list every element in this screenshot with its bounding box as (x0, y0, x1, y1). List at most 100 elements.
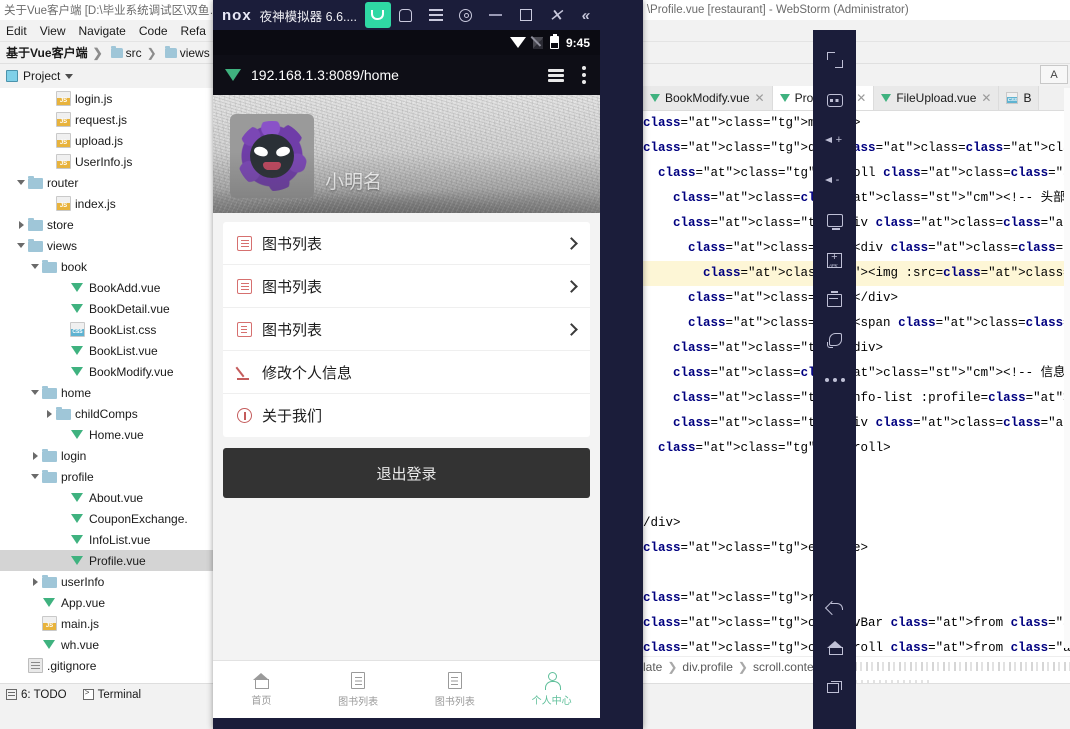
tree-node[interactable]: BookAdd.vue (0, 277, 213, 298)
maximize-icon[interactable] (511, 0, 541, 30)
editor-tab-row[interactable]: BookModify.vue✕Profile.vue✕FileUpload.vu… (643, 86, 1070, 111)
breadcrumb-project[interactable]: 基于Vue客户端 ❯ (4, 44, 107, 61)
chevron-down-icon[interactable] (28, 256, 42, 277)
tab-bar-item[interactable]: 个人中心 (503, 672, 600, 707)
breadcrumb-src[interactable]: src ❯ (109, 46, 161, 60)
menu-item-navigate[interactable]: Navigate (78, 24, 125, 38)
tree-node[interactable]: login (0, 445, 213, 466)
recents-icon[interactable] (813, 667, 856, 707)
project-tree[interactable]: login.jsrequest.jsupload.jsUserInfo.jsro… (0, 88, 213, 683)
tree-node[interactable]: userInfo (0, 571, 213, 592)
code-crumb-template[interactable]: late (643, 660, 662, 674)
nox-side-toolbar[interactable]: + - (813, 30, 856, 729)
address-bar-url[interactable]: 192.168.1.3:8089/home (251, 67, 538, 83)
tree-node[interactable]: request.js (0, 109, 213, 130)
tree-node[interactable]: home (0, 382, 213, 403)
inspection-badge[interactable]: A (1040, 65, 1068, 84)
volume-down-icon[interactable]: - (813, 160, 856, 200)
tree-node[interactable]: InfoList.vue (0, 529, 213, 550)
volume-up-icon[interactable]: + (813, 120, 856, 160)
robot-icon[interactable] (813, 80, 856, 120)
profile-info-list[interactable]: 图书列表图书列表图书列表修改个人信息关于我们 (223, 222, 590, 437)
menu-item-code[interactable]: Code (139, 24, 168, 38)
tree-node[interactable]: BookModify.vue (0, 361, 213, 382)
close-tab-icon[interactable]: ✕ (981, 91, 991, 105)
tree-node[interactable]: .gitignore (0, 655, 213, 676)
tree-node[interactable]: CouponExchange. (0, 508, 213, 529)
tree-node[interactable]: BookList.css (0, 319, 213, 340)
more-vertical-icon[interactable] (582, 73, 586, 77)
tree-node[interactable]: store (0, 214, 213, 235)
tree-node[interactable]: login.js (0, 88, 213, 109)
tree-node[interactable]: App.vue (0, 592, 213, 613)
chevron-down-icon[interactable] (28, 466, 42, 487)
chevron-down-icon[interactable] (14, 172, 28, 193)
project-tool-window-header[interactable]: Project (0, 64, 215, 88)
back-icon[interactable] (813, 587, 856, 627)
editor-tab[interactable]: FileUpload.vue✕ (874, 86, 999, 110)
install-apk-icon[interactable] (813, 240, 856, 280)
tree-node[interactable]: book (0, 256, 213, 277)
profile-list-item[interactable]: 关于我们 (223, 394, 590, 437)
tab-bar-item[interactable]: 图书列表 (310, 672, 407, 708)
screenshot-icon[interactable] (813, 200, 856, 240)
browser-address-bar[interactable]: 192.168.1.3:8089/home (213, 55, 600, 95)
shirt-icon[interactable] (391, 0, 421, 30)
profile-list-item[interactable]: 图书列表 (223, 222, 590, 265)
tree-node[interactable]: profile (0, 466, 213, 487)
profile-list-item[interactable]: 修改个人信息 (223, 351, 590, 394)
profile-list-item[interactable]: 图书列表 (223, 308, 590, 351)
tab-bar-item[interactable]: 图书列表 (407, 672, 504, 708)
chevron-right-icon[interactable] (14, 214, 28, 235)
tree-node[interactable]: views (0, 235, 213, 256)
tree-node[interactable]: childComps (0, 403, 213, 424)
tab-bar-item[interactable]: 首页 (213, 673, 310, 707)
tree-node[interactable]: UserInfo.js (0, 151, 213, 172)
editor-tab[interactable]: B (999, 86, 1039, 110)
profile-list-item[interactable]: 图书列表 (223, 265, 590, 308)
nox-title-bar[interactable]: nox 夜神模拟器 6.6.... ✕ « (213, 0, 643, 30)
code-structure-breadcrumb[interactable]: late ❯ div.profile ❯ scroll.content (643, 656, 1070, 676)
todo-tool-button[interactable]: 6: TODO (6, 689, 67, 701)
code-crumb-div-profile[interactable]: div.profile (682, 660, 732, 674)
app-store-icon[interactable] (365, 2, 391, 28)
tree-node[interactable]: BookDetail.vue (0, 298, 213, 319)
more-icon[interactable] (813, 360, 856, 400)
close-tab-icon[interactable]: ✕ (755, 91, 765, 105)
chevron-down-icon[interactable] (14, 235, 28, 256)
menu-item-edit[interactable]: Edit (6, 24, 27, 38)
tree-node[interactable]: main.js (0, 613, 213, 634)
tab-stack-icon[interactable] (548, 69, 564, 81)
bottom-tab-bar[interactable]: 首页图书列表图书列表个人中心 (213, 660, 600, 718)
terminal-tool-button[interactable]: Terminal (83, 689, 141, 701)
editor-tab[interactable]: BookModify.vue✕ (643, 86, 773, 110)
tree-node[interactable]: Home.vue (0, 424, 213, 445)
gear-icon[interactable] (451, 0, 481, 30)
tree-node[interactable]: index.js (0, 193, 213, 214)
tree-node[interactable]: wh.vue (0, 634, 213, 655)
tree-node[interactable]: BookList.vue (0, 340, 213, 361)
menu-item-refactor[interactable]: Refa (181, 24, 206, 38)
logout-button[interactable]: 退出登录 (223, 448, 590, 498)
tree-node[interactable]: About.vue (0, 487, 213, 508)
boost-icon[interactable] (813, 320, 856, 360)
code-editor[interactable]: class="at">class="tg">mplate>class="at">… (643, 111, 1070, 656)
minimize-icon[interactable] (481, 0, 511, 30)
chevron-right-icon[interactable] (28, 445, 42, 466)
collapse-icon[interactable]: « (571, 0, 601, 30)
chevron-down-icon[interactable] (28, 382, 42, 403)
tree-node[interactable]: router (0, 172, 213, 193)
home-icon[interactable] (813, 627, 856, 667)
chevron-right-icon[interactable] (28, 571, 42, 592)
fullscreen-icon[interactable] (813, 40, 856, 80)
chevron-right-icon[interactable] (42, 403, 56, 424)
tree-node[interactable]: Profile.vue (0, 550, 213, 571)
avatar[interactable] (230, 114, 314, 198)
menu-item-view[interactable]: View (40, 24, 66, 38)
archive-icon[interactable] (813, 280, 856, 320)
menu-icon[interactable] (421, 0, 451, 30)
close-tab-icon[interactable]: ✕ (856, 91, 866, 105)
tree-node[interactable]: upload.js (0, 130, 213, 151)
chevron-down-icon[interactable] (65, 74, 73, 79)
close-icon[interactable]: ✕ (541, 0, 571, 30)
